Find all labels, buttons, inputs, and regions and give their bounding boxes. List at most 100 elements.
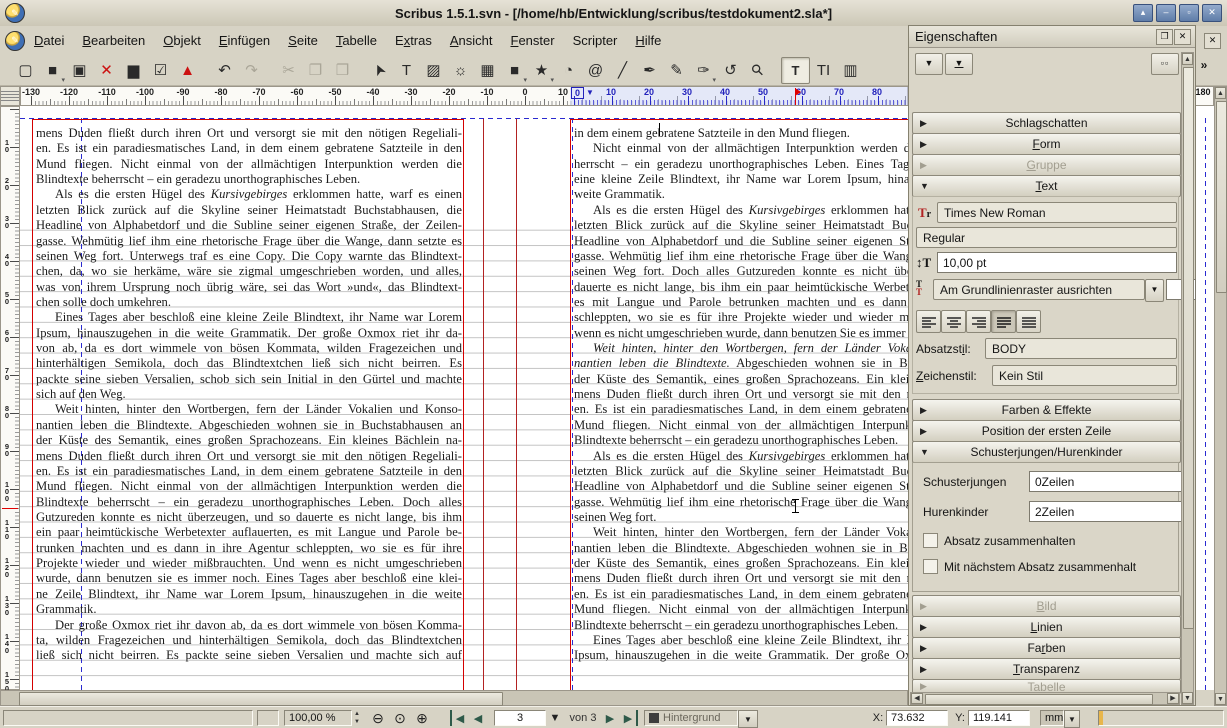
line-spacing-dropdown-icon[interactable]: ▼: [1145, 279, 1164, 302]
unit-combo[interactable]: mm: [1040, 710, 1064, 726]
menu-item-fenster[interactable]: Fenster: [502, 29, 564, 52]
section-header-farben[interactable]: ▶Farben: [912, 637, 1181, 659]
paragraph-style-combo[interactable]: BODY: [985, 338, 1177, 359]
collapse-all-icon[interactable]: ▼: [915, 53, 943, 75]
zoom-out-button[interactable]: ⊖: [368, 710, 388, 726]
vertical-ruler[interactable]: 1 02 03 04 05 06 07 08 09 01 0 01 1 01 2…: [0, 106, 20, 690]
menu-item-datei[interactable]: Datei: [25, 29, 73, 52]
scroll-right-icon[interactable]: ▶: [1167, 693, 1179, 704]
menu-item-seite[interactable]: Seite: [279, 29, 327, 52]
layer-dropdown-icon[interactable]: ▼: [738, 710, 758, 728]
font-size-spinbox[interactable]: 10,00 pt: [937, 252, 1177, 273]
preflight-verifier-icon[interactable]: ☑: [147, 58, 174, 83]
scroll-down-icon[interactable]: ▼: [1215, 693, 1226, 705]
align-force-justify-button[interactable]: [1016, 310, 1041, 333]
panel-hscrollbar-thumb[interactable]: [925, 694, 1153, 705]
orphans-spinbox[interactable]: 0Zeilen: [1029, 471, 1192, 492]
open-document-icon[interactable]: ■▾: [39, 58, 66, 83]
insert-spiral-icon[interactable]: @: [582, 58, 609, 83]
section-header-position-erste-zeile[interactable]: ▶Position der ersten Zeile: [912, 420, 1181, 442]
zoom-actual-button[interactable]: ⊙: [390, 710, 410, 726]
align-justify-button[interactable]: [991, 310, 1016, 333]
insert-polygon-icon[interactable]: ★▾: [528, 58, 555, 83]
scroll-up-icon[interactable]: ▲: [1182, 53, 1193, 65]
canvas-hscrollbar[interactable]: [0, 690, 908, 706]
toolbar-overflow-icon[interactable]: »: [1196, 58, 1212, 78]
save-document-icon[interactable]: ▣: [66, 58, 93, 83]
section-header-transparenz[interactable]: ▶Transparenz: [912, 658, 1181, 680]
panel-vscrollbar[interactable]: ▲ ▼: [1181, 52, 1194, 705]
edit-contents-icon[interactable]: T: [781, 57, 810, 84]
print-document-icon[interactable]: ▆: [120, 58, 147, 83]
zoom-spinner-up-icon[interactable]: ▲: [354, 712, 360, 717]
insert-text-frame-icon[interactable]: T: [393, 58, 420, 83]
export-pdf-icon[interactable]: ▲: [174, 58, 201, 83]
select-item-icon[interactable]: ➤: [366, 58, 393, 83]
insert-line-icon[interactable]: ╱: [609, 58, 636, 83]
link-text-frames-icon[interactable]: ▥: [837, 58, 864, 83]
menu-item-ansicht[interactable]: Ansicht: [441, 29, 502, 52]
canvas-hscrollbar-thumb[interactable]: [19, 692, 503, 706]
close-button[interactable]: ✕: [1202, 4, 1222, 22]
insert-shape-icon[interactable]: ■▾: [501, 58, 528, 83]
first-line-indent-marker[interactable]: ▼: [586, 88, 594, 97]
dock-icon[interactable]: ▫▫: [1151, 53, 1179, 75]
keep-with-next-checkbox[interactable]: [923, 559, 938, 574]
menu-item-extras[interactable]: Extras: [386, 29, 441, 52]
menu-item-einfügen[interactable]: Einfügen: [210, 29, 279, 52]
insert-render-frame-icon[interactable]: ☼: [447, 58, 474, 83]
mdi-close-icon[interactable]: ✕: [1204, 33, 1221, 49]
text-ruler[interactable]: 01020304050607080 ▼: [570, 87, 908, 105]
page-number-field[interactable]: 3: [494, 710, 546, 726]
section-header-schusterjungen[interactable]: ▼Schusterjungen/Hurenkinder: [912, 441, 1181, 463]
unit-dropdown-icon[interactable]: ▼: [1064, 710, 1080, 728]
ruler-corner[interactable]: [0, 86, 20, 106]
layer-combo[interactable]: Hintergrund: [644, 710, 738, 726]
cut-icon[interactable]: ✂: [275, 58, 302, 83]
scroll-up-icon[interactable]: ▲: [1215, 87, 1226, 99]
last-page-button[interactable]: ▶: [620, 710, 638, 726]
close-document-icon[interactable]: ✕: [93, 58, 120, 83]
zoom-in-button[interactable]: ⊕: [412, 710, 432, 726]
zoom-spinner-down-icon[interactable]: ▼: [354, 720, 360, 725]
minimize-button[interactable]: –: [1156, 4, 1176, 22]
insert-calligraphic-line-icon[interactable]: ✑▾: [690, 58, 717, 83]
panel-vscrollbar-thumb[interactable]: [1183, 67, 1194, 629]
canvas-vscrollbar[interactable]: ▲ ▼: [1214, 86, 1227, 706]
zoom-level-field[interactable]: 100,00 %: [284, 710, 352, 726]
page-spinner-down-icon[interactable]: ▼: [548, 710, 562, 726]
undo-icon[interactable]: ↶: [211, 58, 238, 83]
section-header-farben-effekte[interactable]: ▶Farben & Effekte: [912, 399, 1181, 421]
panel-close-icon[interactable]: ✕: [1174, 29, 1191, 45]
char-style-combo[interactable]: Kein Stil: [992, 365, 1177, 386]
menu-item-tabelle[interactable]: Tabelle: [327, 29, 386, 52]
story-editor-icon[interactable]: TI: [810, 58, 837, 83]
insert-image-frame-icon[interactable]: ▨: [420, 58, 447, 83]
font-style-combo[interactable]: Regular: [916, 227, 1177, 248]
first-page-button[interactable]: ◀: [450, 710, 468, 726]
copy-icon[interactable]: ❐: [302, 58, 329, 83]
scroll-down-icon[interactable]: ▼: [1182, 692, 1193, 704]
insert-table-icon[interactable]: ▦: [474, 58, 501, 83]
insert-bezier-icon[interactable]: ✒: [636, 58, 663, 83]
menu-item-scripter[interactable]: Scripter: [564, 29, 627, 52]
expand-all-icon[interactable]: ▼: [945, 53, 973, 75]
align-center-button[interactable]: [941, 310, 966, 333]
section-header-linien[interactable]: ▶Linien: [912, 616, 1181, 638]
canvas-vscrollbar-thumb[interactable]: [1216, 101, 1227, 293]
menu-item-bearbeiten[interactable]: Bearbeiten: [73, 29, 154, 52]
align-left-button[interactable]: [916, 310, 941, 333]
panel-title-bar[interactable]: Eigenschaften ❐ ✕: [909, 26, 1195, 48]
widows-spinbox[interactable]: 2Zeilen: [1029, 501, 1192, 522]
next-page-button[interactable]: ▶: [602, 710, 618, 726]
menu-item-hilfe[interactable]: Hilfe: [626, 29, 670, 52]
maximize-button[interactable]: ▫: [1179, 4, 1199, 22]
prev-page-button[interactable]: ◀: [470, 710, 486, 726]
panel-float-icon[interactable]: ❐: [1156, 29, 1173, 45]
redo-icon[interactable]: ↷: [238, 58, 265, 83]
menu-item-objekt[interactable]: Objekt: [154, 29, 210, 52]
insert-arc-icon[interactable]: ◔: [555, 58, 582, 83]
rotate-item-icon[interactable]: ↺: [717, 58, 744, 83]
section-header-form[interactable]: ▶Form: [912, 133, 1181, 155]
shade-button[interactable]: ▴: [1133, 4, 1153, 22]
